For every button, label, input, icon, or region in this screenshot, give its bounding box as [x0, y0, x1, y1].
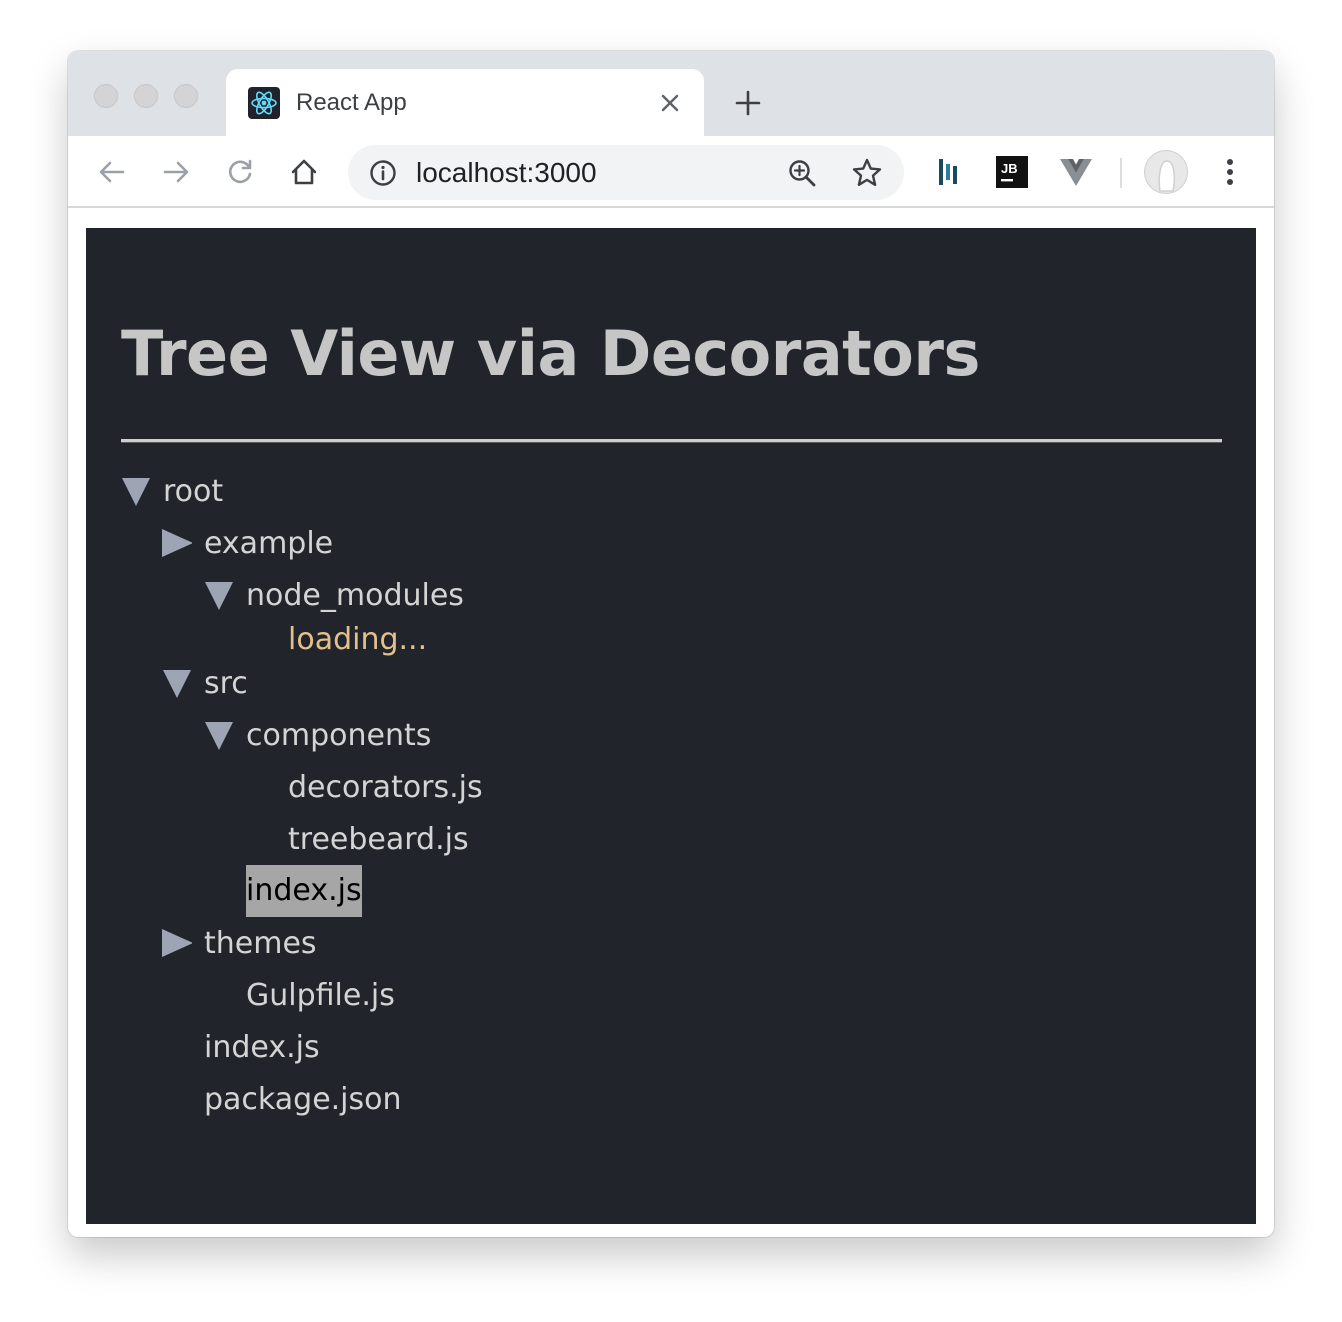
profile-avatar[interactable] [1144, 150, 1188, 194]
zoom-in-icon[interactable] [786, 157, 818, 189]
browser-toolbar: localhost:3000 JB [68, 136, 1274, 208]
reload-icon[interactable] [222, 154, 258, 190]
more-menu-icon[interactable] [1214, 154, 1246, 190]
tree-node[interactable]: treebeard.js [288, 813, 469, 865]
toolbar-separator [1120, 158, 1122, 188]
info-icon[interactable] [368, 158, 398, 188]
tree-node-label[interactable]: Gulpfile.js [246, 978, 395, 1013]
caret-right-icon[interactable] [162, 517, 204, 569]
tree-node-label[interactable]: index.js [204, 1030, 320, 1065]
tree-node-label[interactable]: themes [204, 926, 317, 961]
tree-node-label[interactable]: node_modules [246, 578, 464, 613]
tree-node-label[interactable]: treebeard.js [288, 822, 469, 857]
tree-node[interactable]: root [121, 465, 223, 517]
caret-down-icon[interactable] [204, 569, 246, 621]
caret-down-icon[interactable] [162, 657, 204, 709]
tree-node[interactable]: example [162, 517, 333, 569]
svg-text:JB: JB [1001, 161, 1018, 176]
caret-down-icon[interactable] [121, 465, 163, 517]
vue-devtools-icon[interactable] [1058, 154, 1094, 190]
close-window-button[interactable] [94, 84, 118, 108]
tree-node[interactable]: index.js [204, 1021, 320, 1073]
caret-down-icon[interactable] [204, 709, 246, 761]
tree-node[interactable]: Gulpfile.js [246, 969, 395, 1021]
tree-node-label[interactable]: loading... [288, 622, 427, 657]
star-icon[interactable] [850, 156, 884, 190]
tree-node-label[interactable]: example [204, 526, 333, 561]
minimize-window-button[interactable] [134, 84, 158, 108]
tree-node-label[interactable]: index.js [246, 865, 362, 917]
maximize-window-button[interactable] [174, 84, 198, 108]
tab-title: React App [296, 89, 407, 116]
tree-node-label[interactable]: root [163, 474, 223, 509]
tree-node[interactable]: components [204, 709, 431, 761]
browser-tab[interactable]: React App [226, 69, 704, 137]
close-tab-icon[interactable] [656, 89, 684, 117]
new-tab-icon[interactable] [732, 87, 764, 119]
tree-node-label[interactable]: package.json [204, 1082, 402, 1117]
tree-node[interactable]: package.json [204, 1073, 402, 1125]
tree-node-label[interactable]: decorators.js [288, 770, 483, 805]
page-content: Tree View via Decorators root example node… [86, 228, 1256, 1224]
url-text[interactable]: localhost:3000 [416, 156, 597, 190]
tree-node[interactable]: themes [162, 917, 317, 969]
forward-icon[interactable] [158, 154, 194, 190]
tab-strip: React App [68, 51, 1274, 137]
tree-view: root example node_modules loading... src comp… [86, 228, 1256, 1224]
home-icon[interactable] [286, 154, 322, 190]
tree-node[interactable]: src [162, 657, 248, 709]
caret-right-icon[interactable] [162, 917, 204, 969]
tree-node[interactable]: loading... [288, 613, 427, 665]
tree-node[interactable]: decorators.js [288, 761, 483, 813]
address-bar[interactable]: localhost:3000 [348, 145, 904, 200]
back-icon[interactable] [94, 154, 130, 190]
tree-node[interactable]: index.js [246, 865, 362, 917]
tree-node-label[interactable]: src [204, 666, 248, 701]
tree-node-label[interactable]: components [246, 718, 431, 753]
dashlane-icon[interactable] [930, 154, 966, 190]
jetbrains-icon[interactable]: JB [994, 154, 1030, 190]
react-logo-icon [248, 87, 280, 119]
browser-window: React App localhost:3000 JB Tree View vi… [68, 51, 1274, 1237]
